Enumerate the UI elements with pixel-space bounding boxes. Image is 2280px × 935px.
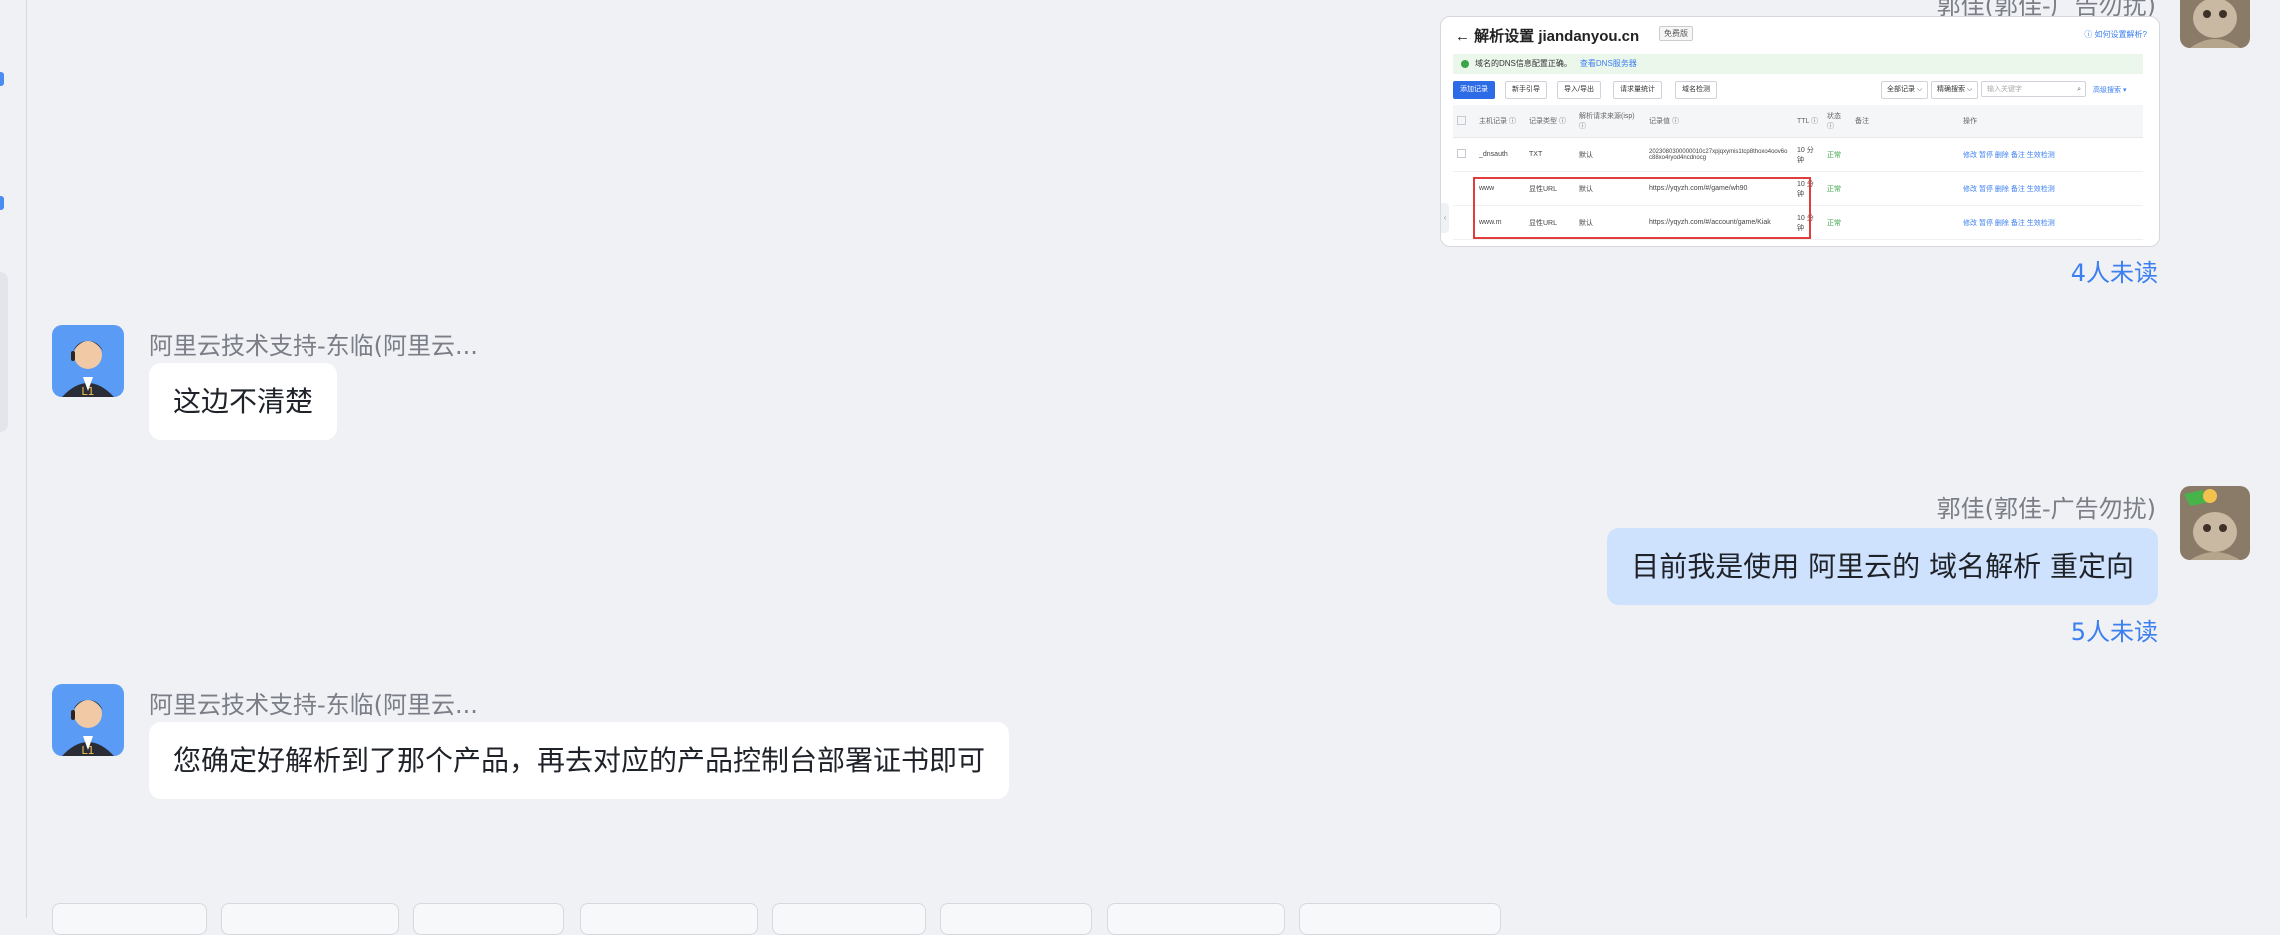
add-record-button: 添加记录 [1453, 81, 1495, 99]
plan-badge: 免费版 [1659, 26, 1693, 41]
quick-reply-chip[interactable] [221, 903, 399, 935]
message-bubble[interactable]: 目前我是使用 阿里云的 域名解析 重定向 [1607, 528, 2158, 605]
guide-button: 新手引导 [1505, 81, 1547, 99]
stats-button: 请求量统计 [1613, 81, 1662, 99]
quick-reply-chip[interactable] [413, 903, 564, 935]
quick-reply-chip[interactable] [1299, 903, 1501, 935]
sender-name: 阿里云技术支持-东临(阿里云... [149, 332, 478, 360]
success-dot-icon [1461, 60, 1469, 68]
cat-avatar-icon [2180, 0, 2250, 48]
dns-notice: 域名的DNS信息配置正确。 查看DNS服务器 [1453, 54, 2143, 74]
support-avatar[interactable]: L1 [52, 325, 124, 397]
cat-avatar-icon [2180, 486, 2250, 560]
left-sidebar-rail [0, 0, 27, 918]
support-avatar[interactable]: L1 [52, 684, 124, 756]
shared-screenshot-image[interactable]: ← 解析设置 jiandanyou.cn 免费版 ⓘ 如何设置解析? 域名的DN… [1440, 16, 2160, 247]
level-badge: L1 [81, 744, 94, 756]
user-avatar[interactable] [2180, 0, 2250, 48]
rail-indicator[interactable] [0, 72, 4, 86]
help-link: ⓘ 如何设置解析? [2084, 30, 2147, 39]
quick-reply-chip[interactable] [940, 903, 1092, 935]
column-header: 主机记录 ⓘ [1475, 105, 1525, 138]
column-header: TTL ⓘ [1793, 105, 1823, 138]
message-bubble[interactable]: 您确定好解析到了那个产品，再去对应的产品控制台部署证书即可 [149, 722, 1010, 799]
record-filter: 全部记录 ⌵ [1881, 81, 1929, 99]
advanced-search: 高级搜索 ▾ [2093, 87, 2127, 94]
chevron-left-icon: ‹ [1441, 203, 1449, 233]
column-header: 解析请求来源(isp) ⓘ [1575, 105, 1645, 138]
level-badge: L1 [81, 385, 94, 397]
column-header: 备注 [1851, 105, 1959, 138]
rail-tab[interactable] [0, 272, 8, 432]
sender-name: 郭佳(郭佳-广告勿扰) [1936, 495, 2156, 523]
unread-count[interactable]: 4人未读 [2071, 253, 2158, 288]
domain-check-button: 域名检测 [1675, 81, 1717, 99]
match-filter: 精确搜索 ⌵ [1931, 81, 1979, 99]
quick-reply-chip[interactable] [772, 903, 926, 935]
message-bubble[interactable]: 这边不清楚 [149, 363, 338, 440]
record-search: 输入关键字 ⌕ [1981, 81, 2086, 97]
agent-avatar-icon: L1 [52, 325, 124, 397]
rail-indicator[interactable] [0, 196, 4, 210]
quick-reply-chip[interactable] [580, 903, 758, 935]
agent-avatar-icon: L1 [52, 684, 124, 756]
column-header: 状态 ⓘ [1823, 105, 1851, 138]
sender-name: 阿里云技术支持-东临(阿里云... [149, 691, 478, 719]
column-header: 记录类型 ⓘ [1525, 105, 1575, 138]
column-header: 记录值 ⓘ [1645, 105, 1793, 138]
quick-reply-chip[interactable] [52, 903, 207, 935]
import-export-button: 导入/导出 [1557, 81, 1601, 99]
unread-count[interactable]: 5人未读 [2071, 612, 2158, 647]
quick-reply-chip[interactable] [1107, 903, 1285, 935]
screenshot-title: ← 解析设置 jiandanyou.cn [1455, 28, 1640, 45]
column-header: 操作 [1959, 105, 2143, 138]
highlight-box [1473, 177, 1811, 239]
user-avatar[interactable] [2180, 486, 2250, 560]
table-row: _dnsauth TXT 默认 2023080300000010c27xpjqxym… [1453, 137, 2143, 172]
